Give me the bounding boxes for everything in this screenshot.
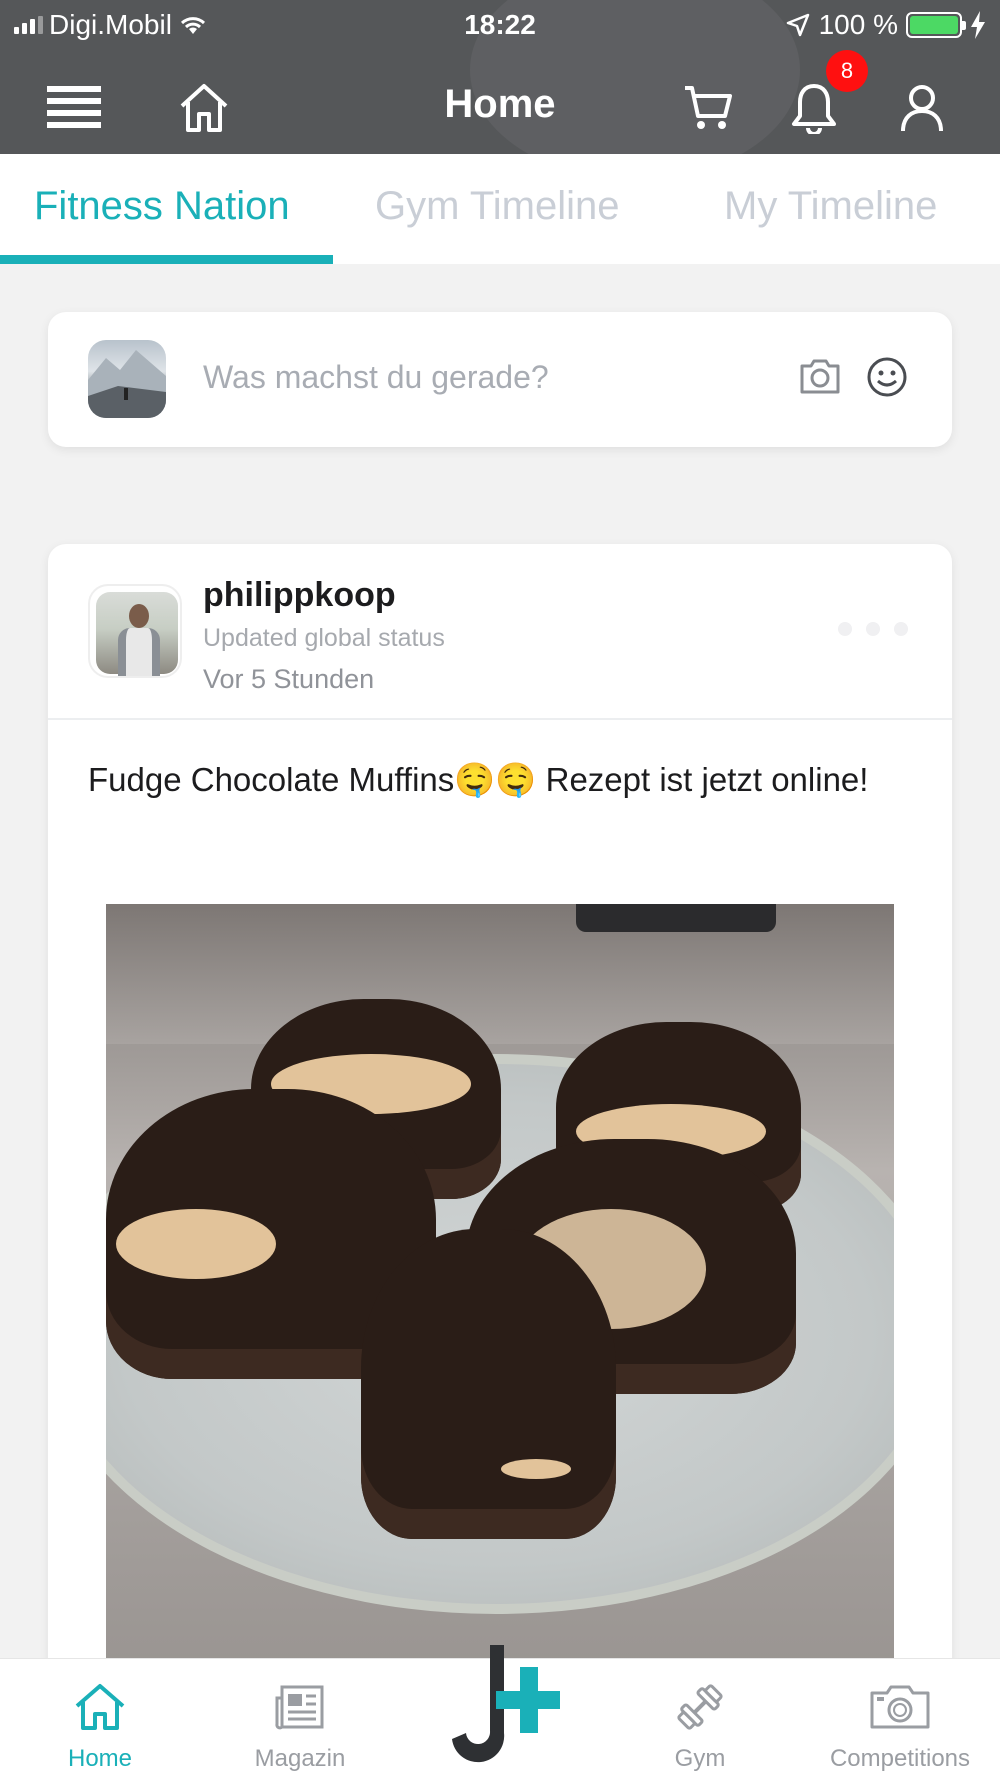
cart-icon[interactable] — [678, 78, 738, 138]
bottom-nav-competitions[interactable]: Competitions — [800, 1659, 1000, 1778]
bottom-tab-bar: Home Magazin Gym Competitions — [0, 1645, 1000, 1778]
dumbbell-icon — [600, 1677, 800, 1737]
bottom-nav-magazin[interactable]: Magazin — [200, 1659, 400, 1778]
battery-icon — [906, 12, 966, 38]
post-username[interactable]: philippkoop — [203, 576, 396, 615]
jplus-logo-icon[interactable] — [440, 1641, 562, 1771]
newspaper-icon — [200, 1677, 400, 1737]
post-status-line: Updated global status — [203, 624, 445, 652]
post-text: Fudge Chocolate Muffins🤤🤤 Rezept ist jet… — [88, 761, 869, 798]
tab-gym-timeline[interactable]: Gym Timeline — [375, 184, 620, 229]
home-icon — [0, 1677, 200, 1737]
status-bar: Digi.Mobil 18:22 100 % — [0, 0, 1000, 50]
composer-input[interactable]: Was machst du gerade? — [203, 359, 549, 396]
bottom-nav-gym[interactable]: Gym — [600, 1659, 800, 1778]
bottom-nav-label: Gym — [674, 1745, 726, 1772]
status-right: 100 % — [785, 9, 986, 41]
notification-badge: 8 — [826, 50, 868, 92]
post-composer[interactable]: Was machst du gerade? — [48, 312, 952, 447]
charging-bolt-icon — [971, 11, 985, 39]
bottom-nav-label: Competitions — [829, 1745, 971, 1772]
emoji-icon[interactable] — [866, 356, 908, 403]
divider — [48, 718, 952, 720]
camera-icon — [800, 1677, 1000, 1737]
active-tab-indicator — [0, 255, 333, 264]
avatar — [88, 340, 166, 418]
location-arrow-icon — [786, 13, 809, 37]
post-photo[interactable] — [106, 904, 894, 1664]
top-bar: Digi.Mobil 18:22 100 % Home 8 — [0, 0, 1000, 154]
bottom-nav-label: Home — [67, 1745, 133, 1772]
avatar[interactable] — [88, 584, 182, 678]
more-options-icon[interactable] — [838, 622, 908, 636]
post-timestamp: Vor 5 Stunden — [203, 664, 375, 694]
profile-icon[interactable] — [892, 78, 952, 138]
bottom-nav-label: Magazin — [254, 1745, 346, 1772]
tab-fitness-nation[interactable]: Fitness Nation — [34, 184, 290, 229]
bottom-nav-home[interactable]: Home — [0, 1659, 200, 1778]
tab-my-timeline[interactable]: My Timeline — [724, 184, 937, 229]
camera-icon[interactable] — [798, 356, 842, 401]
post-card: philippkoop Updated global status Vor 5 … — [48, 544, 952, 1778]
battery-percent: 100 % — [818, 9, 898, 40]
feed-tabs: Fitness Nation Gym Timeline My Timeline — [0, 154, 1000, 264]
